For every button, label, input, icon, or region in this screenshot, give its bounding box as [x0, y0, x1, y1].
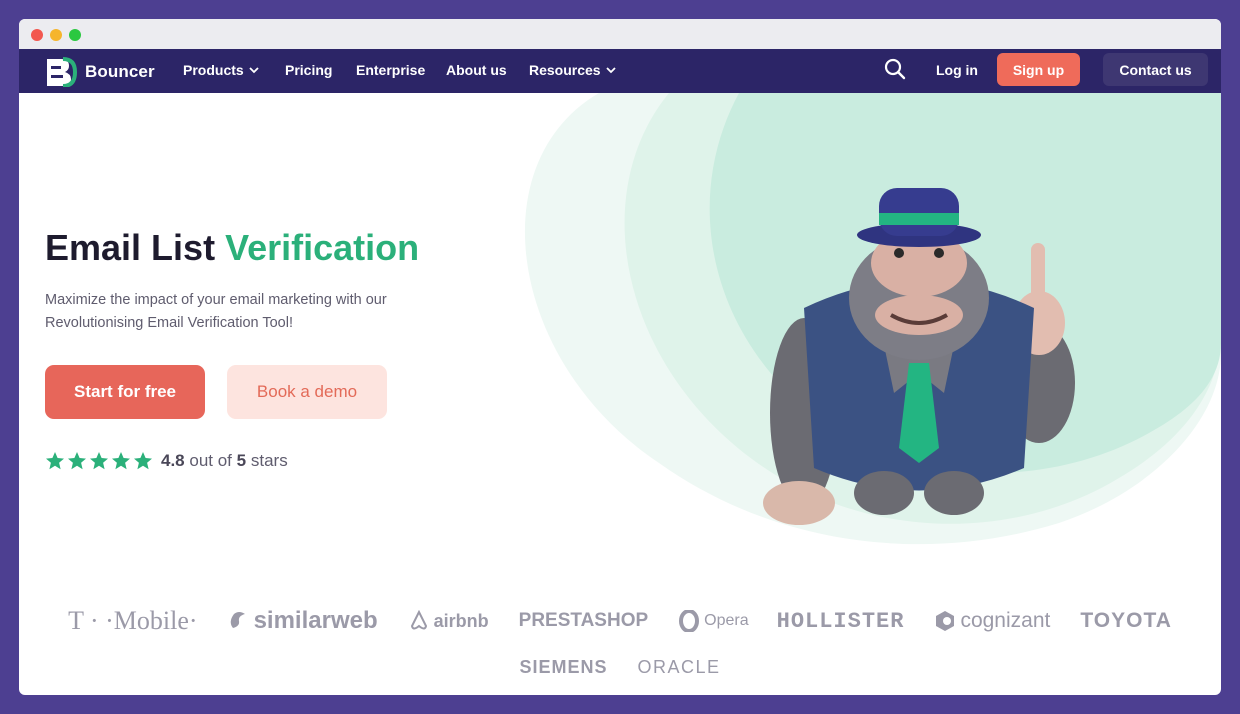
login-link[interactable]: Log in [936, 62, 978, 78]
logo-opera: Opera [678, 610, 749, 632]
logo-oracle: ORACLE [637, 656, 721, 677]
logo-prestashop: PRESTASHOP [518, 610, 649, 631]
brand-logo[interactable]: Bouncer [43, 57, 155, 87]
logo-toyota: TOYOTA [1080, 609, 1172, 632]
rating-score: 4.8 [161, 451, 185, 470]
cognizant-icon [936, 611, 955, 631]
hero-subtext: Maximize the impact of your email market… [45, 292, 387, 331]
bouncer-logo-icon [47, 57, 77, 87]
logo-similarweb-text: similarweb [253, 607, 378, 634]
hero-illustration [524, 93, 1221, 545]
logo-hollister: HOLLISTER [776, 608, 905, 634]
nav-resources[interactable]: Resources [529, 62, 616, 78]
nav-pricing[interactable]: Pricing [285, 62, 332, 78]
logo-opera-text: Opera [704, 612, 749, 629]
signup-button[interactable]: Sign up [997, 53, 1080, 86]
maximize-window-button[interactable] [69, 29, 81, 41]
logo-airbnb: airbnb [408, 610, 489, 632]
star-icon [68, 452, 86, 470]
logo-tmobile: T · ·Mobile· [68, 606, 198, 635]
book-a-demo-button[interactable]: Book a demo [227, 365, 387, 419]
logo-airbnb-text: airbnb [433, 610, 489, 631]
nav-about-label: About us [446, 62, 507, 78]
close-window-button[interactable] [31, 29, 43, 41]
logo-cognizant-text: cognizant [960, 609, 1051, 632]
star-icon [112, 452, 130, 470]
search-icon[interactable] [883, 57, 907, 81]
nav-products[interactable]: Products [183, 62, 259, 78]
brand-name: Bouncer [85, 62, 155, 81]
headline-main: Email List [45, 227, 216, 268]
customer-logos-row-2: SIEMENS ORACLE [19, 655, 1221, 679]
chevron-down-icon [249, 67, 259, 74]
logo-similarweb: similarweb [228, 607, 378, 635]
nav-products-label: Products [183, 62, 244, 78]
star-icon [134, 452, 152, 470]
rating-suffix: stars [250, 451, 288, 470]
star-icon [90, 452, 108, 470]
rating-text: 4.8 out of 5 stars [161, 451, 288, 471]
window-titlebar [19, 19, 1221, 49]
customer-logos-row: T · ·Mobile· similarweb airbnb PRESTASHO… [19, 605, 1221, 637]
nav-pricing-label: Pricing [285, 62, 333, 78]
rating-mid: out of [189, 451, 232, 470]
chevron-down-icon [605, 67, 616, 74]
logo-siemens: SIEMENS [519, 656, 608, 677]
headline-accent: Verification [225, 227, 420, 268]
similarweb-icon [230, 612, 245, 628]
star-icon [46, 452, 64, 470]
nav-enterprise[interactable]: Enterprise [356, 62, 425, 78]
top-navigation: Bouncer Products Pricing Enterprise Abou… [19, 49, 1221, 93]
rating-summary: 4.8 out of 5 stars [45, 451, 288, 471]
logo-cognizant: cognizant [934, 609, 1050, 633]
airbnb-icon [410, 610, 427, 630]
nav-about-us[interactable]: About us [446, 62, 507, 78]
start-for-free-button[interactable]: Start for free [45, 365, 205, 419]
nav-enterprise-label: Enterprise [356, 62, 426, 78]
hero-headline: Email List Verification [45, 227, 419, 269]
opera-icon [679, 610, 700, 632]
contact-us-button[interactable]: Contact us [1103, 53, 1208, 86]
rating-max: 5 [236, 451, 247, 470]
minimize-window-button[interactable] [50, 29, 62, 41]
star-rating [45, 451, 153, 471]
browser-window: Bouncer Products Pricing Enterprise Abou… [19, 19, 1221, 695]
nav-resources-label: Resources [529, 62, 601, 78]
